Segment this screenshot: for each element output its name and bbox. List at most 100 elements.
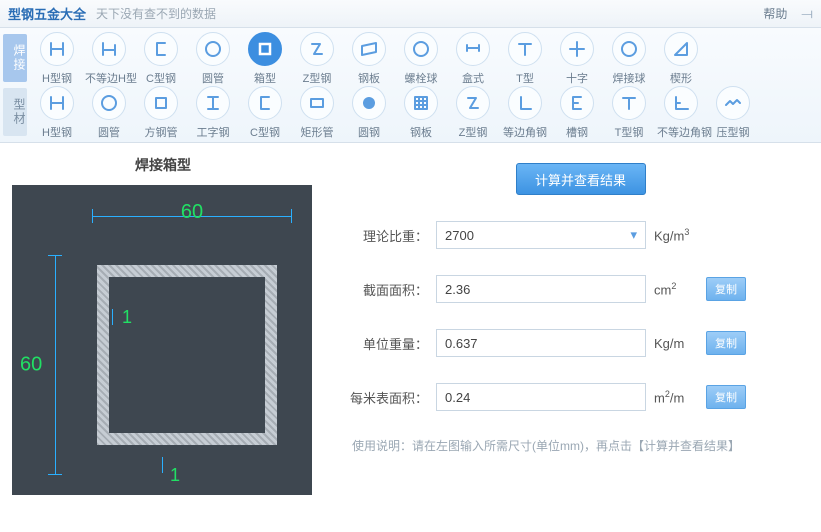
- density-select[interactable]: 2700 ▾: [436, 221, 646, 249]
- surface-input[interactable]: [436, 383, 646, 411]
- tool-label: 十字: [553, 70, 601, 86]
- weight-unit: Kg/m: [654, 336, 700, 351]
- toolbar-row-profile: H型钢圆管方钢管工字钢C型钢矩形管圆钢钢板Z型钢等边角钢槽钢T型钢不等边角钢压型…: [31, 86, 759, 140]
- copy-surface-button[interactable]: 复制: [706, 385, 746, 409]
- rect-pipe-icon: [300, 86, 334, 120]
- help-link[interactable]: 帮助: [763, 5, 787, 22]
- weight-input[interactable]: [436, 329, 646, 357]
- tool-plate[interactable]: 钢板: [345, 32, 393, 86]
- tool-round-steel[interactable]: 圆钢: [345, 86, 393, 140]
- tool-label: H型钢: [33, 70, 81, 86]
- tool-h-steel[interactable]: H型钢: [33, 32, 81, 86]
- tool-plate2[interactable]: 钢板: [397, 86, 445, 140]
- h-steel2-icon: [40, 86, 74, 120]
- tool-round-pipe[interactable]: 圆管: [189, 32, 237, 86]
- app-subtitle: 天下没有查不到的数据: [96, 5, 216, 22]
- tool-equal-angle[interactable]: 等边角钢: [501, 86, 549, 140]
- square-pipe-icon: [144, 86, 178, 120]
- row-area: 截面面积： cm2 复制: [348, 275, 813, 303]
- tool-rect-pipe[interactable]: 矩形管: [293, 86, 341, 140]
- diagram-canvas[interactable]: 60 60 1 1: [12, 185, 312, 495]
- thick-tick-top: [112, 309, 113, 325]
- tool-label: C型钢: [137, 70, 185, 86]
- tool-label: 不等边H型: [85, 70, 133, 86]
- tool-i-beam[interactable]: 工字钢: [189, 86, 237, 140]
- tool-label: H型钢: [33, 124, 81, 140]
- calculate-button[interactable]: 计算并查看结果: [516, 163, 646, 195]
- unequal-angle-icon: [664, 86, 698, 120]
- t-steel-icon: [612, 86, 646, 120]
- tool-label: 矩形管: [293, 124, 341, 140]
- dim-height-value[interactable]: 60: [20, 354, 42, 377]
- plate2-icon: [404, 86, 438, 120]
- box-icon: [248, 32, 282, 66]
- tool-weld-ball[interactable]: 焊接球: [605, 32, 653, 86]
- i-beam-icon: [196, 86, 230, 120]
- tool-label: Z型钢: [293, 70, 341, 86]
- tool-h-steel2[interactable]: H型钢: [33, 86, 81, 140]
- tool-cross[interactable]: 十字: [553, 32, 601, 86]
- tool-label: 压型钢: [709, 124, 757, 140]
- tool-t-steel[interactable]: T型钢: [605, 86, 653, 140]
- tool-square-pipe[interactable]: 方钢管: [137, 86, 185, 140]
- tool-bolt-ball[interactable]: 螺栓球: [397, 32, 445, 86]
- tool-c-steel2[interactable]: C型钢: [241, 86, 289, 140]
- row-density: 理论比重： 2700 ▾ Kg/m3: [348, 221, 813, 249]
- tool-press-form[interactable]: 压型钢: [709, 86, 757, 140]
- c-steel2-icon: [248, 86, 282, 120]
- area-input[interactable]: [436, 275, 646, 303]
- press-form-icon: [716, 86, 750, 120]
- tool-label: C型钢: [241, 124, 289, 140]
- thickness-top[interactable]: 1: [122, 307, 132, 328]
- toolbar: 焊接 H型钢不等边H型C型钢圆管箱型Z型钢钢板螺栓球盒式T型十字焊接球楔形 型材…: [0, 28, 821, 143]
- tool-round-pipe2[interactable]: 圆管: [85, 86, 133, 140]
- surface-label: 每米表面积：: [348, 388, 428, 407]
- copy-weight-button[interactable]: 复制: [706, 331, 746, 355]
- density-label: 理论比重：: [348, 226, 428, 245]
- tool-c-steel[interactable]: C型钢: [137, 32, 185, 86]
- bolt-ball-icon: [404, 32, 438, 66]
- tool-unequal-angle[interactable]: 不等边角钢: [657, 86, 705, 140]
- box-inner: [109, 277, 265, 433]
- c-steel-icon: [144, 32, 178, 66]
- tool-label: 圆管: [189, 70, 237, 86]
- tool-box[interactable]: 箱型: [241, 32, 289, 86]
- thick-tick-bottom: [162, 457, 163, 473]
- equal-angle-icon: [508, 86, 542, 120]
- round-steel-icon: [352, 86, 386, 120]
- tool-label: 槽钢: [553, 124, 601, 140]
- area-label: 截面面积：: [348, 280, 428, 299]
- toolbar-row-weld: H型钢不等边H型C型钢圆管箱型Z型钢钢板螺栓球盒式T型十字焊接球楔形: [31, 32, 707, 86]
- tool-z-steel2[interactable]: Z型钢: [449, 86, 497, 140]
- dim-height: 60: [46, 255, 64, 475]
- tab-weld[interactable]: 焊接: [3, 34, 27, 82]
- h-steel-icon: [40, 32, 74, 66]
- tool-label: 螺栓球: [397, 70, 445, 86]
- tool-z-steel[interactable]: Z型钢: [293, 32, 341, 86]
- density-value: 2700: [445, 228, 474, 243]
- channel-icon: [560, 86, 594, 120]
- tool-wedge[interactable]: 楔形: [657, 32, 705, 86]
- tool-unequal-h[interactable]: 不等边H型: [85, 32, 133, 86]
- tool-label: T型: [501, 70, 549, 86]
- thickness-bottom[interactable]: 1: [170, 465, 180, 486]
- tool-label: 圆钢: [345, 124, 393, 140]
- surface-unit: m2/m: [654, 389, 700, 405]
- tool-label: 不等边角钢: [657, 124, 705, 140]
- weld-ball-icon: [612, 32, 646, 66]
- dim-width-value[interactable]: 60: [181, 201, 203, 224]
- copy-area-button[interactable]: 复制: [706, 277, 746, 301]
- box-outer: [97, 265, 277, 445]
- tool-t-type[interactable]: T型: [501, 32, 549, 86]
- tool-label: 等边角钢: [501, 124, 549, 140]
- tool-label: Z型钢: [449, 124, 497, 140]
- tab-profile[interactable]: 型材: [3, 88, 27, 136]
- tool-box-type[interactable]: 盒式: [449, 32, 497, 86]
- diagram-title: 焊接箱型: [8, 155, 318, 175]
- plate-icon: [352, 32, 386, 66]
- tool-label: 楔形: [657, 70, 705, 86]
- pin-icon[interactable]: ⟞: [801, 5, 813, 22]
- tool-channel[interactable]: 槽钢: [553, 86, 601, 140]
- titlebar: 型钢五金大全 天下没有查不到的数据 帮助 ⟞: [0, 0, 821, 28]
- area-unit: cm2: [654, 281, 700, 297]
